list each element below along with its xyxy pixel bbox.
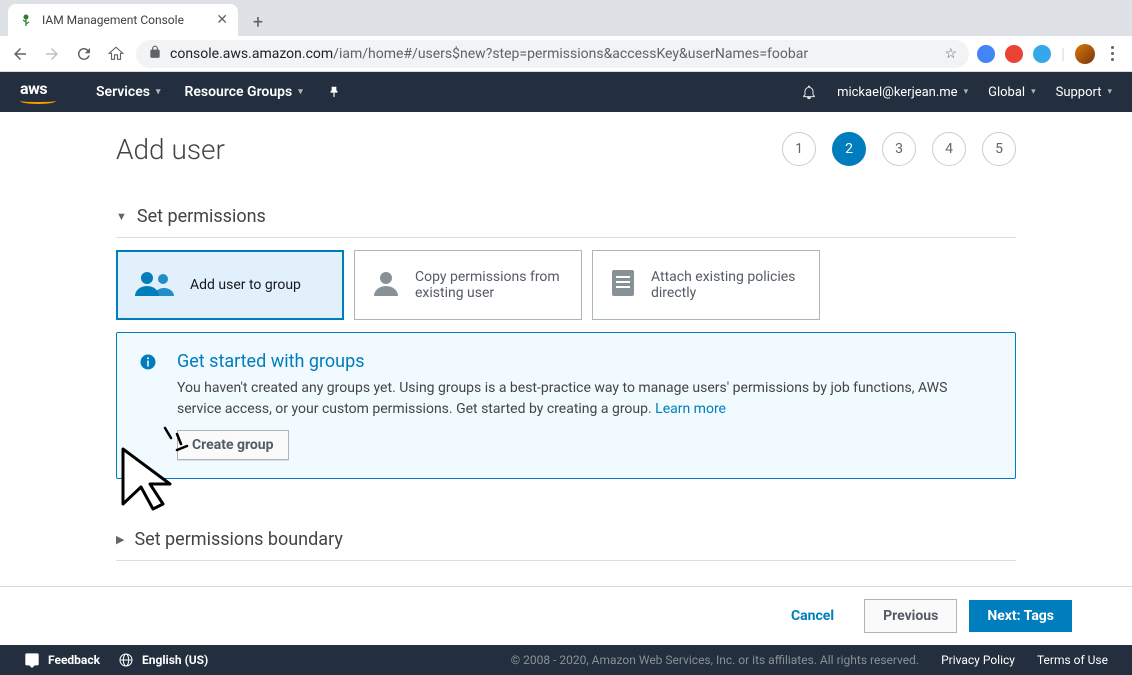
group-icon: [134, 268, 176, 302]
address-bar[interactable]: console.aws.amazon.com/iam/home#/users$n…: [136, 40, 969, 68]
feedback-link[interactable]: Feedback: [24, 652, 100, 668]
previous-button[interactable]: Previous: [864, 599, 957, 633]
tab-title: IAM Management Console: [42, 13, 208, 27]
page-header: Add user 1 2 3 4 5: [116, 132, 1016, 166]
info-text: You haven't created any groups yet. Usin…: [177, 378, 993, 420]
user-icon: [371, 268, 401, 302]
extension-icons: |: [977, 44, 1124, 64]
learn-more-link[interactable]: Learn more: [655, 401, 726, 417]
step-1[interactable]: 1: [782, 132, 816, 166]
copyright-text: © 2008 - 2020, Amazon Web Services, Inc.…: [511, 653, 919, 667]
reload-button[interactable]: [72, 42, 96, 66]
browser-menu-icon[interactable]: [1105, 46, 1120, 61]
favicon-icon: [18, 12, 34, 28]
lock-icon: [148, 45, 162, 63]
set-permissions-boundary-header[interactable]: ▶ Set permissions boundary: [116, 519, 1016, 561]
pin-icon[interactable]: [327, 85, 341, 99]
extension-2-icon[interactable]: [1005, 45, 1023, 63]
forward-button[interactable]: [40, 42, 64, 66]
info-title: Get started with groups: [177, 351, 993, 372]
next-button[interactable]: Next: Tags: [969, 600, 1072, 632]
services-menu[interactable]: Services▾: [96, 84, 160, 100]
new-tab-button[interactable]: +: [244, 8, 272, 36]
tab-bar: IAM Management Console ✕ +: [0, 0, 1132, 36]
browser-chrome: IAM Management Console ✕ + console.aws.a…: [0, 0, 1132, 72]
terms-link[interactable]: Terms of Use: [1037, 653, 1108, 667]
page-title: Add user: [116, 133, 225, 166]
option-add-to-group[interactable]: Add user to group: [116, 250, 344, 320]
notifications-icon[interactable]: [801, 84, 817, 100]
create-group-button[interactable]: Create group: [177, 430, 289, 460]
main-content: Add user 1 2 3 4 5 ▼ Set permissions Add…: [0, 112, 1132, 586]
step-4[interactable]: 4: [932, 132, 966, 166]
aws-footer: Feedback English (US) © 2008 - 2020, Ama…: [0, 645, 1132, 675]
step-2[interactable]: 2: [832, 132, 866, 166]
nav-bar: console.aws.amazon.com/iam/home#/users$n…: [0, 36, 1132, 72]
account-menu[interactable]: mickael@kerjean.me▾: [837, 85, 968, 100]
aws-logo[interactable]: aws: [20, 81, 56, 104]
aws-header: aws Services▾ Resource Groups▾ mickael@k…: [0, 72, 1132, 112]
language-selector[interactable]: English (US): [118, 652, 208, 668]
extension-3-icon[interactable]: [1033, 45, 1051, 63]
set-permissions-header[interactable]: ▼ Set permissions: [116, 196, 1016, 238]
profile-avatar[interactable]: [1075, 44, 1095, 64]
expand-icon: ▶: [116, 533, 124, 546]
step-3[interactable]: 3: [882, 132, 916, 166]
info-icon: [139, 353, 157, 376]
star-icon[interactable]: ☆: [945, 46, 958, 62]
step-5[interactable]: 5: [982, 132, 1016, 166]
resource-groups-menu[interactable]: Resource Groups▾: [184, 84, 302, 100]
region-menu[interactable]: Global▾: [988, 85, 1036, 100]
support-menu[interactable]: Support▾: [1056, 85, 1112, 100]
option-copy-permissions[interactable]: Copy permissions from existing user: [354, 250, 582, 320]
document-icon: [609, 268, 637, 302]
privacy-link[interactable]: Privacy Policy: [941, 653, 1015, 667]
permission-options: Add user to group Copy permissions from …: [116, 250, 1016, 320]
url-text: console.aws.amazon.com/iam/home#/users$n…: [170, 46, 808, 62]
browser-tab[interactable]: IAM Management Console ✕: [8, 4, 238, 36]
home-button[interactable]: [104, 42, 128, 66]
close-tab-icon[interactable]: ✕: [216, 12, 228, 28]
option-attach-policies[interactable]: Attach existing policies directly: [592, 250, 820, 320]
action-bar: Cancel Previous Next: Tags: [0, 586, 1132, 645]
info-box: Get started with groups You haven't crea…: [116, 332, 1016, 479]
cancel-button[interactable]: Cancel: [773, 600, 852, 632]
collapse-icon: ▼: [116, 210, 127, 223]
back-button[interactable]: [8, 42, 32, 66]
extension-1-icon[interactable]: [977, 45, 995, 63]
wizard-steps: 1 2 3 4 5: [782, 132, 1016, 166]
